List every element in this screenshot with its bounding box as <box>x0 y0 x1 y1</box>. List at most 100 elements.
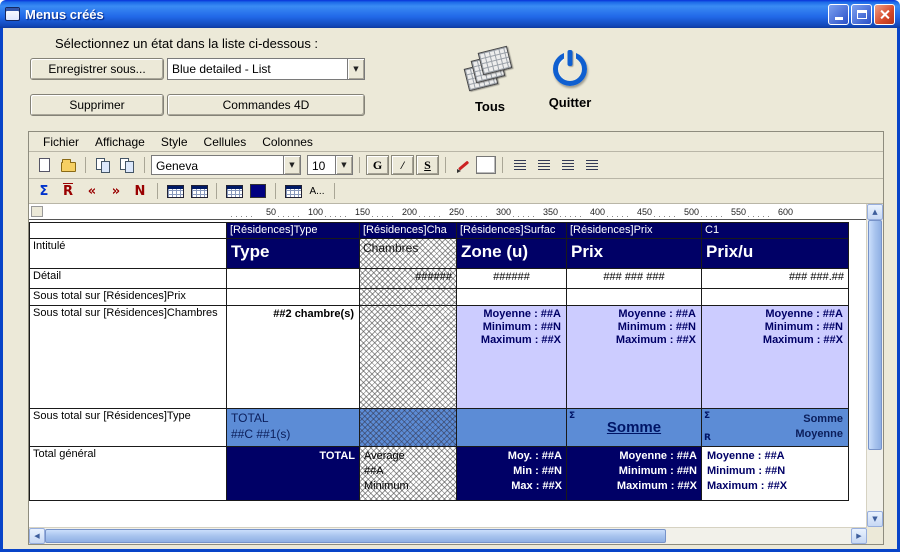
cell-stchambres-zone[interactable]: Moyenne : ##A Minimum : ##N Maximum : ##… <box>457 306 567 409</box>
menu-affichage[interactable]: Affichage <box>87 133 153 151</box>
grid-borders-button[interactable] <box>164 181 186 201</box>
text-color-button[interactable] <box>452 155 474 175</box>
maximize-button[interactable] <box>851 4 872 25</box>
row-label-subtotal-chambres[interactable]: Sous total sur [Résidences]Chambres <box>30 306 227 409</box>
cell-total-type[interactable]: TOTAL <box>227 447 360 501</box>
total-line: Moy. : ##A <box>461 449 562 464</box>
ruler-tick: 350 <box>511 207 558 217</box>
scroll-up-button[interactable]: ▲ <box>867 204 883 220</box>
row-label-detail[interactable]: Détail <box>30 269 227 289</box>
instruction-label: Sélectionnez un état dans la liste ci-de… <box>55 36 318 51</box>
cell-total-prix[interactable]: Moyenne : ##A Minimum : ##N Maximum : ##… <box>567 447 702 501</box>
italic-button[interactable]: / <box>391 155 414 175</box>
repeated-values-button[interactable]: R <box>57 181 79 201</box>
cell-detail-zone[interactable]: ###### <box>457 269 567 289</box>
cell-total-prixu[interactable]: Moyenne : ##A Minimum : ##N Maximum : ##… <box>702 447 849 501</box>
report-editor: Fichier Affichage Style Cellules Colonne… <box>28 131 884 545</box>
cell-sttype-type[interactable]: TOTAL ##C ##1(s) <box>227 409 360 447</box>
cell-detail-prixu[interactable]: ### ###.## <box>702 269 849 289</box>
grid-plain-button[interactable] <box>188 181 210 201</box>
font-select-arrow-button[interactable]: ▼ <box>283 156 300 174</box>
cell-stchambres-chambres[interactable] <box>360 306 457 409</box>
cell-stchambres-prix[interactable]: Moyenne : ##A Minimum : ##N Maximum : ##… <box>567 306 702 409</box>
delete-button[interactable]: Supprimer <box>30 94 164 116</box>
bold-button[interactable]: G <box>366 155 389 175</box>
close-button[interactable] <box>874 4 895 25</box>
cell-stprix-prix[interactable] <box>567 289 702 306</box>
cell-stprix-prixu[interactable] <box>702 289 849 306</box>
cell-grid-button[interactable] <box>223 181 245 201</box>
column-header-prix[interactable]: [Résidences]Prix <box>567 223 702 239</box>
menu-fichier[interactable]: Fichier <box>35 133 87 151</box>
column-header-chambres[interactable]: [Résidences]Cha <box>360 223 457 239</box>
vertical-scroll-thumb[interactable] <box>868 220 882 450</box>
cell-total-chambres[interactable]: Average ##A Minimum <box>360 447 457 501</box>
align-right-button[interactable] <box>557 155 579 175</box>
cell-detail-type[interactable] <box>227 269 360 289</box>
underline-button[interactable]: S <box>416 155 439 175</box>
row-label-intitule[interactable]: Intitulé <box>30 239 227 269</box>
cell-stchambres-prixu[interactable]: Moyenne : ##A Minimum : ##N Maximum : ##… <box>702 306 849 409</box>
cell-detail-chambres[interactable]: ###### <box>360 269 457 289</box>
font-size-select[interactable]: 10 ▼ <box>307 155 353 175</box>
scroll-left-button[interactable]: ◀ <box>29 528 45 544</box>
font-size-arrow-button[interactable]: ▼ <box>335 156 352 174</box>
underline-icon: S <box>424 158 431 173</box>
menu-style[interactable]: Style <box>153 133 196 151</box>
vertical-scroll-track[interactable] <box>867 220 883 511</box>
cell-total-zone[interactable]: Moy. : ##A Min : ##N Max : ##X <box>457 447 567 501</box>
quitter-button[interactable]: Quitter <box>531 48 609 110</box>
cell-sttype-chambres[interactable] <box>360 409 457 447</box>
report-select-arrow-button[interactable]: ▼ <box>347 59 364 79</box>
color-swatch[interactable] <box>476 156 496 174</box>
auto-format-button[interactable]: A... <box>306 181 328 201</box>
next-break-button[interactable]: » <box>105 181 127 201</box>
prev-break-button[interactable]: « <box>81 181 103 201</box>
cell-stprix-type[interactable] <box>227 289 360 306</box>
horizontal-scrollbar[interactable]: ◀ ▶ <box>29 527 867 544</box>
print-button[interactable] <box>116 155 138 175</box>
open-button[interactable] <box>57 155 79 175</box>
print-preview-button[interactable] <box>92 155 114 175</box>
cell-stprix-chambres[interactable] <box>360 289 457 306</box>
sum-button[interactable]: Σ <box>33 181 55 201</box>
align-justify-button[interactable] <box>581 155 603 175</box>
font-select[interactable]: Geneva ▼ <box>151 155 301 175</box>
cell-title-type[interactable]: Type <box>227 239 360 269</box>
commands-4d-button[interactable]: Commandes 4D <box>167 94 365 116</box>
cell-detail-prix[interactable]: ### ### ### <box>567 269 702 289</box>
vertical-scrollbar[interactable]: ▲ ▼ <box>866 204 883 527</box>
horizontal-scroll-track[interactable] <box>45 528 851 544</box>
new-document-button[interactable] <box>33 155 55 175</box>
fill-color-button[interactable] <box>247 181 269 201</box>
cell-title-prix[interactable]: Prix <box>567 239 702 269</box>
cell-sttype-prix[interactable]: Σ Somme <box>567 409 702 447</box>
column-header-c1[interactable]: C1 <box>702 223 849 239</box>
horizontal-scroll-thumb[interactable] <box>45 529 666 543</box>
align-center-button[interactable] <box>533 155 555 175</box>
cell-title-zone[interactable]: Zone (u) <box>457 239 567 269</box>
save-as-button[interactable]: Enregistrer sous... <box>30 58 164 80</box>
align-left-button[interactable] <box>509 155 531 175</box>
cell-stchambres-type[interactable]: ##2 chambre(s) <box>227 306 360 409</box>
report-select[interactable]: Blue detailed - List ▼ <box>167 58 365 80</box>
toolbar-main: Geneva ▼ 10 ▼ G / S <box>29 152 883 179</box>
scroll-right-button[interactable]: ▶ <box>851 528 867 544</box>
menu-colonnes[interactable]: Colonnes <box>254 133 321 151</box>
column-header-type[interactable]: [Résidences]Type <box>227 223 360 239</box>
row-label-subtotal-type[interactable]: Sous total sur [Résidences]Type <box>30 409 227 447</box>
tous-button[interactable]: Tous <box>451 48 529 114</box>
scroll-down-button[interactable]: ▼ <box>867 511 883 527</box>
cell-title-chambres[interactable]: Chambres <box>360 239 457 269</box>
number-format-button[interactable]: N <box>129 181 151 201</box>
alt-grid-button[interactable] <box>282 181 304 201</box>
column-header-surface[interactable]: [Résidences]Surfac <box>457 223 567 239</box>
cell-title-prixu[interactable]: Prix/u <box>702 239 849 269</box>
cell-sttype-prixu[interactable]: Σ R Somme Moyenne <box>702 409 849 447</box>
row-label-subtotal-prix[interactable]: Sous total sur [Résidences]Prix <box>30 289 227 306</box>
cell-sttype-zone[interactable] <box>457 409 567 447</box>
menu-cellules[interactable]: Cellules <box>196 133 255 151</box>
row-label-total-general[interactable]: Total général <box>30 447 227 501</box>
cell-stprix-zone[interactable] <box>457 289 567 306</box>
minimize-button[interactable] <box>828 4 849 25</box>
